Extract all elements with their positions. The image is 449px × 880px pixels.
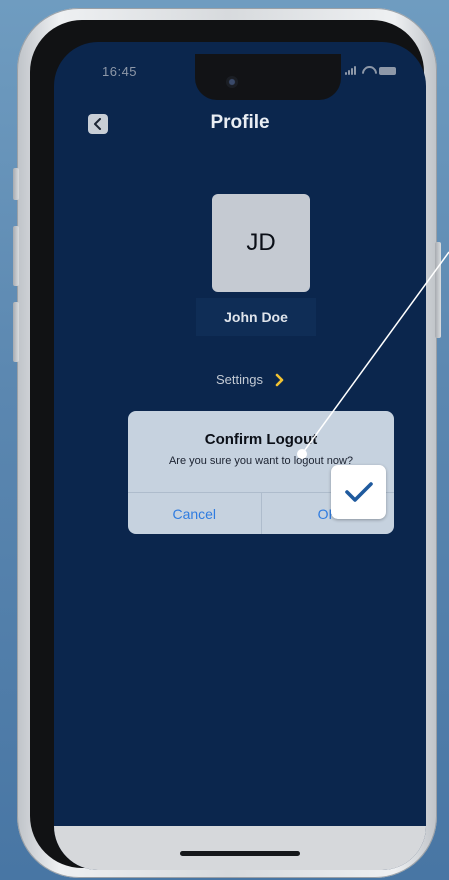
settings-label: Settings: [216, 372, 263, 387]
phone-volume-up: [13, 226, 19, 286]
phone-volume-down: [13, 302, 19, 362]
phone-silent-switch: [13, 168, 19, 200]
phone-power-button: [435, 242, 441, 338]
page-title: Profile: [210, 112, 270, 133]
status-icons: [345, 66, 396, 75]
home-indicator[interactable]: [180, 851, 300, 856]
checkmark-badge: [331, 465, 386, 519]
user-name-box: John Doe: [196, 298, 316, 336]
wifi-icon: [362, 66, 373, 75]
battery-icon: [379, 66, 396, 75]
phone-frame: 16:45 Profile JD John Doe Settings Confi…: [13, 8, 441, 878]
avatar-initials: JD: [246, 229, 276, 256]
status-time: 16:45: [102, 64, 138, 79]
settings-link[interactable]: Settings: [216, 372, 285, 387]
home-strip: [54, 826, 426, 870]
app-screen: 16:45 Profile JD John Doe Settings Confi…: [54, 42, 426, 870]
checkmark-icon: [344, 482, 373, 502]
avatar: JD: [212, 194, 310, 292]
camera-icon: [226, 76, 238, 88]
user-name: John Doe: [224, 309, 288, 325]
signal-icon: [345, 66, 356, 75]
chevron-right-icon: [275, 373, 284, 386]
notch: [195, 54, 341, 100]
phone-bezel: 16:45 Profile JD John Doe Settings Confi…: [30, 20, 426, 870]
dialog-title: Confirm Logout: [204, 431, 318, 448]
cancel-button[interactable]: Cancel: [128, 493, 261, 534]
